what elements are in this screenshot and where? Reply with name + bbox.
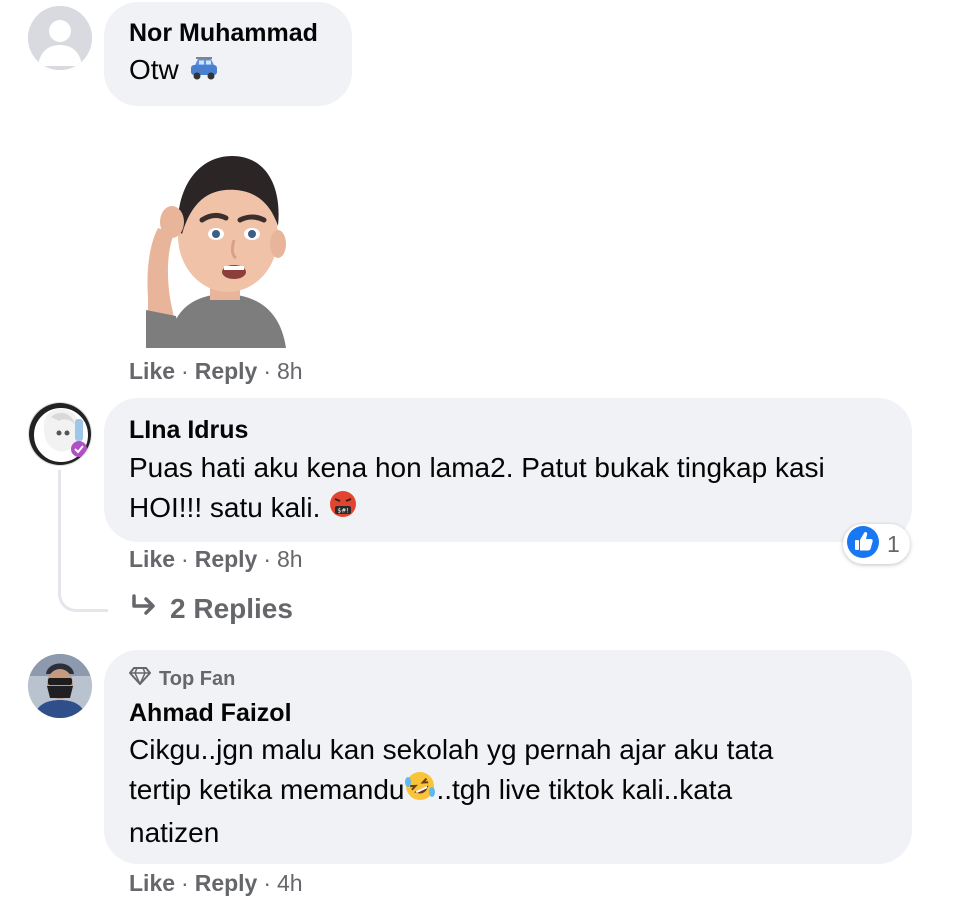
avatar[interactable] — [28, 402, 92, 466]
timestamp[interactable]: 8h — [277, 358, 303, 384]
comment-text: Otw — [129, 50, 221, 92]
timestamp[interactable]: 8h — [277, 546, 303, 572]
comment-text-line: Cikgu..jgn malu kan sekolah yg pernah aj… — [129, 734, 774, 765]
reaction-summary[interactable]: 1 — [843, 524, 910, 564]
comment-text: Puas hati aku kena hon lama2. Patut buka… — [129, 448, 899, 530]
reply-button[interactable]: Reply — [195, 358, 258, 384]
comment-text-line: Puas hati aku kena hon lama2. Patut buka… — [129, 452, 825, 483]
author-name[interactable]: Ahmad Faizol — [129, 699, 292, 728]
confused-avatar-sticker — [140, 148, 300, 348]
separator-dot: · — [181, 546, 189, 572]
separator-dot: · — [181, 358, 189, 384]
replies-count-label[interactable]: 2 Replies — [170, 593, 293, 625]
separator-dot: · — [181, 870, 189, 896]
author-name[interactable]: Nor Muhammad — [129, 19, 318, 48]
reply-button[interactable]: Reply — [195, 870, 258, 896]
comment-text-content: tertip ketika memandu — [129, 774, 405, 805]
avatar[interactable] — [28, 654, 92, 718]
comment-text-content: ..tgh live tiktok kali..kata — [436, 774, 733, 805]
vaccine-frame-avatar-icon — [29, 403, 91, 465]
comment-text-content: HOI!!! satu kali. — [129, 492, 321, 523]
comment-text-line: natizen — [129, 817, 220, 849]
car-emoji-icon — [187, 52, 221, 92]
reaction-count: 1 — [887, 530, 900, 557]
comment-text: Cikgu..jgn malu kan sekolah yg pernah aj… — [129, 730, 899, 853]
like-button[interactable]: Like — [129, 870, 175, 896]
view-replies-link[interactable]: 2 Replies — [130, 593, 293, 625]
badge-label: Top Fan — [159, 667, 236, 690]
author-name[interactable]: LIna Idrus — [129, 416, 248, 445]
reply-button[interactable]: Reply — [195, 546, 258, 572]
like-button[interactable]: Like — [129, 358, 175, 384]
comment-text-line: tertip ketika memandu ..tgh live tiktok … — [129, 770, 899, 813]
reply-arrow-icon — [130, 593, 158, 625]
separator-dot: · — [263, 870, 272, 896]
timestamp[interactable]: 4h — [277, 870, 303, 896]
avatar[interactable] — [28, 6, 92, 70]
diamond-icon — [129, 667, 151, 691]
top-fan-badge: Top Fan — [129, 667, 235, 691]
comment-text-content: Otw — [129, 54, 179, 85]
like-button[interactable]: Like — [129, 546, 175, 572]
comment-text-line: HOI!!! satu kali. $#! — [129, 488, 899, 530]
rolling-laughing-emoji-icon — [404, 770, 436, 813]
like-reaction-icon — [847, 525, 879, 563]
separator-dot: · — [263, 546, 272, 572]
comment-actions: Like · Reply · 8h — [129, 358, 303, 385]
svg-text:$#!: $#! — [338, 508, 349, 515]
reply-thread-line — [58, 470, 108, 612]
comment-actions: Like · Reply · 8h — [129, 546, 303, 573]
comment-actions: Like · Reply · 4h — [129, 870, 303, 897]
angry-swearing-emoji-icon: $#! — [328, 489, 358, 530]
separator-dot: · — [263, 358, 272, 384]
profile-photo-icon — [28, 654, 92, 718]
default-avatar-icon — [28, 6, 92, 70]
